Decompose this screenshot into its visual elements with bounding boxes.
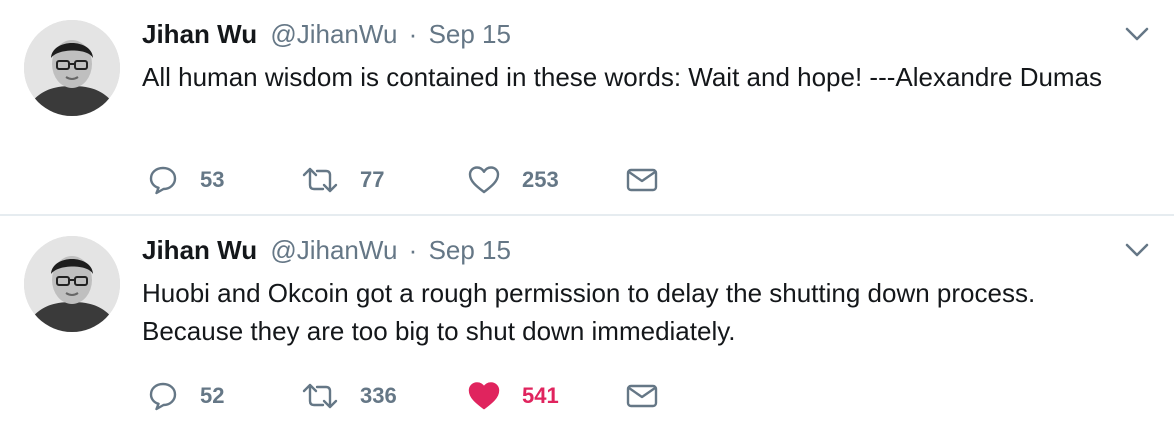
tweet-actions: 52 336 541: [142, 376, 682, 416]
heart-icon: [468, 382, 500, 410]
heart-icon: [468, 166, 500, 194]
like-count: 253: [522, 167, 559, 192]
author-name[interactable]: Jihan Wu: [142, 235, 257, 265]
author-handle[interactable]: @JihanWu: [270, 235, 397, 265]
tweet-text: All human wisdom is contained in these w…: [142, 62, 1103, 92]
like-count: 541: [522, 383, 559, 408]
avatar[interactable]: [24, 20, 120, 116]
reply-icon: [149, 382, 177, 411]
envelope-icon: [626, 168, 658, 192]
avatar-photo: [24, 236, 120, 332]
tweet-actions: 53 77 253: [142, 160, 682, 200]
author-handle[interactable]: @JihanWu: [270, 19, 397, 49]
reply-button[interactable]: 53: [148, 160, 224, 200]
author-name[interactable]: Jihan Wu: [142, 19, 257, 49]
retweet-icon: [302, 167, 338, 193]
retweet-count: 336: [360, 383, 397, 408]
reply-button[interactable]: 52: [148, 376, 224, 416]
like-button[interactable]: 253: [468, 160, 559, 200]
avatar-photo: [24, 20, 120, 116]
reply-count: 52: [200, 383, 225, 408]
avatar[interactable]: [24, 236, 120, 332]
direct-message-button[interactable]: [626, 160, 658, 200]
like-button[interactable]: 541: [468, 376, 559, 416]
retweet-icon: [302, 383, 338, 409]
separator-dot: ·: [408, 19, 418, 49]
separator-dot: ·: [408, 235, 418, 265]
retweet-button[interactable]: 77: [302, 160, 384, 200]
chevron-down-icon[interactable]: [1124, 24, 1150, 44]
reply-icon: [149, 166, 177, 195]
tweet-timestamp[interactable]: Sep 15: [429, 235, 511, 265]
envelope-icon: [626, 384, 658, 408]
direct-message-button[interactable]: [626, 376, 658, 416]
tweet-header: Jihan Wu @JihanWu · Sep 15: [142, 18, 511, 50]
tweet-timestamp[interactable]: Sep 15: [429, 19, 511, 49]
retweet-button[interactable]: 336: [302, 376, 397, 416]
chevron-down-icon[interactable]: [1124, 240, 1150, 260]
tweet-text: Huobi and Okcoin got a rough permission …: [142, 278, 1036, 346]
tweet-header: Jihan Wu @JihanWu · Sep 15: [142, 234, 511, 266]
retweet-count: 77: [360, 167, 385, 192]
tweet[interactable]: Jihan Wu @JihanWu · Sep 15 Huobi and Okc…: [0, 214, 1174, 430]
reply-count: 53: [200, 167, 225, 192]
tweet[interactable]: Jihan Wu @JihanWu · Sep 15 All human wis…: [0, 0, 1174, 214]
